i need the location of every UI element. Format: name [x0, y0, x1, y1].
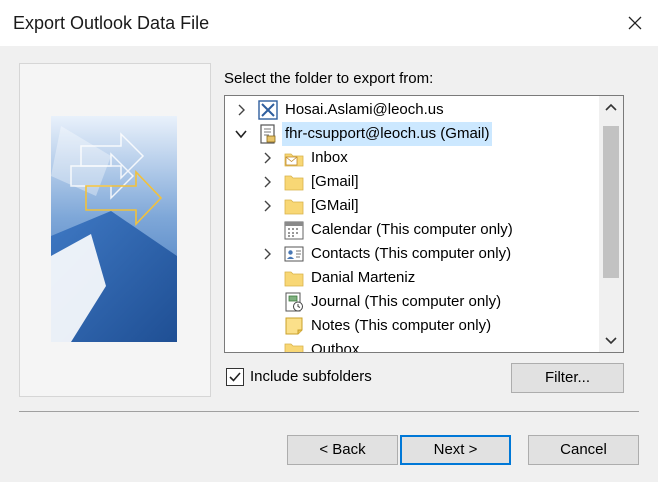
folder-icon — [284, 175, 304, 191]
tree-item[interactable]: Hosai.Aslami@leoch.us — [225, 98, 597, 122]
chevron-right-icon[interactable] — [261, 200, 273, 212]
tree-item-label: Danial Marteniz — [311, 269, 416, 286]
folder-prompt-label: Select the folder to export from: — [224, 70, 434, 87]
tree-item-label: fhr-csupport@leoch.us (Gmail) — [282, 122, 493, 146]
scroll-down-button[interactable] — [599, 328, 623, 352]
tree-item-selected[interactable]: fhr-csupport@leoch.us (Gmail) — [225, 122, 597, 146]
contacts-icon — [284, 246, 304, 262]
filter-button[interactable]: Filter... — [511, 363, 624, 393]
tree-item-label: [GMail] — [311, 197, 359, 214]
cancel-button[interactable]: Cancel — [528, 435, 639, 465]
separator — [19, 411, 639, 412]
tree-item[interactable]: [Gmail] — [225, 170, 597, 194]
chevron-right-icon[interactable] — [261, 248, 273, 260]
title-bar: Export Outlook Data File — [0, 0, 658, 46]
calendar-icon — [284, 221, 304, 240]
close-icon — [628, 16, 642, 30]
folder-tree[interactable]: Hosai.Aslami@leoch.us fhr-csupport@leoch… — [224, 95, 624, 353]
tree-item[interactable]: Danial Marteniz — [225, 266, 597, 290]
tree-item-label: Hosai.Aslami@leoch.us — [285, 101, 444, 118]
tree-item-label: [Gmail] — [311, 173, 359, 190]
tree-item[interactable]: [GMail] — [225, 194, 597, 218]
data-file-icon — [260, 124, 276, 144]
export-dialog: Export Outlook Data File Select the fold… — [0, 0, 658, 482]
folder-icon — [284, 271, 304, 287]
wizard-side-panel — [19, 63, 211, 397]
chevron-right-icon[interactable] — [235, 104, 247, 116]
folder-icon — [284, 343, 304, 352]
checkmark-icon — [229, 372, 241, 382]
chevron-right-icon[interactable] — [261, 176, 273, 188]
journal-icon — [285, 292, 303, 312]
include-subfolders-label: Include subfolders — [250, 368, 372, 385]
chevron-up-icon — [605, 103, 617, 111]
include-subfolders-checkbox[interactable] — [226, 368, 244, 386]
tree-item-label: Calendar (This computer only) — [311, 221, 513, 238]
scroll-up-button[interactable] — [599, 96, 623, 120]
wizard-graphic — [51, 116, 177, 342]
tree-item-label: Journal (This computer only) — [311, 293, 502, 310]
tree-item[interactable]: Journal (This computer only) — [225, 290, 597, 314]
tree-item[interactable]: Notes (This computer only) — [225, 314, 597, 338]
next-button[interactable]: Next > — [400, 435, 511, 465]
tree-scrollbar[interactable] — [599, 96, 623, 352]
window-title: Export Outlook Data File — [13, 13, 210, 33]
tree-item-label: Contacts (This computer only) — [311, 245, 512, 262]
tree-item[interactable]: Contacts (This computer only) — [225, 242, 597, 266]
folder-icon — [284, 199, 304, 215]
tree-item[interactable]: Calendar (This computer only) — [225, 218, 597, 242]
tree-item[interactable]: Outbox — [225, 338, 597, 353]
back-button[interactable]: < Back — [287, 435, 398, 465]
chevron-down-icon[interactable] — [235, 128, 247, 140]
chevron-down-icon — [605, 337, 617, 345]
close-button[interactable] — [612, 0, 658, 46]
tree-item-label: Notes (This computer only) — [311, 317, 492, 334]
tree-item[interactable]: Inbox — [225, 146, 597, 170]
chevron-right-icon[interactable] — [261, 152, 273, 164]
notes-icon — [285, 317, 303, 335]
scroll-thumb[interactable] — [603, 126, 619, 278]
tree-item-label: Outbox — [311, 341, 360, 353]
tree-item-label: Inbox — [311, 149, 348, 166]
inbox-folder-icon — [284, 153, 304, 167]
exchange-account-icon — [258, 100, 278, 120]
